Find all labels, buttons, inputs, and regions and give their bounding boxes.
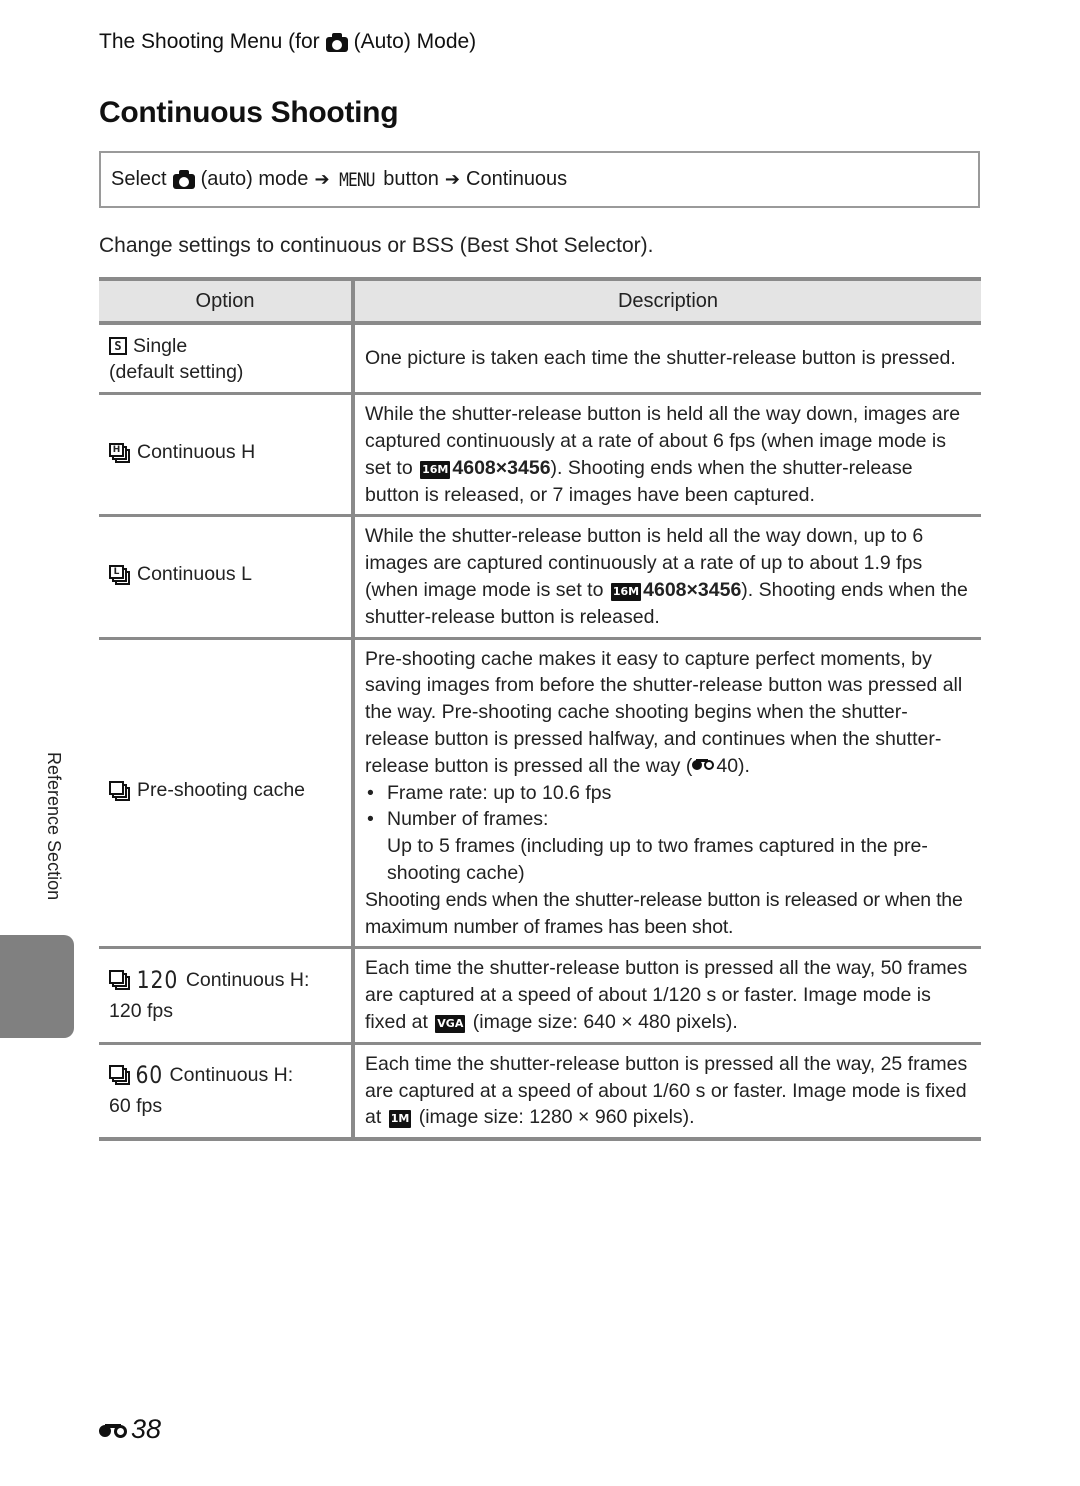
table-row: S Single (default setting) One picture i… <box>99 323 981 396</box>
description-outro: Shooting ends when the shutter-release b… <box>365 888 963 938</box>
image-mode-16m-icon: 16M <box>610 582 642 601</box>
description-cell: Pre-shooting cache makes it easy to capt… <box>351 638 981 950</box>
pre-shooting-cache-icon <box>109 780 131 801</box>
option-name: Single <box>133 334 188 357</box>
side-section-label: Reference Section <box>44 752 64 901</box>
image-mode-vga-icon: VGA <box>435 1014 466 1033</box>
option-cell: L Continuous L <box>99 515 353 640</box>
menu-button-icon: MENU <box>338 168 375 191</box>
option-name: Continuous L <box>137 563 252 586</box>
description-cell: Each time the shutter-release button is … <box>351 947 981 1045</box>
description-cell: While the shutter-release button is held… <box>351 393 981 518</box>
path-select: Select <box>111 168 167 190</box>
reference-binoculars-icon <box>99 1420 129 1440</box>
option-cell: 60 Continuous H: 60 fps <box>99 1043 353 1142</box>
option-cell: S Single (default setting) <box>99 323 353 396</box>
table-row: 120 Continuous H: 120 fps Each time the … <box>99 947 981 1045</box>
option-cell: H Continuous H <box>99 393 353 518</box>
page-number-value: 38 <box>131 1414 162 1444</box>
continuous-h-icon: H <box>109 442 131 463</box>
table-header-row: Option Description <box>99 277 981 325</box>
path-button: button <box>383 168 439 190</box>
option-name: Continuous H <box>137 441 256 464</box>
page-title: Continuous Shooting <box>99 96 399 129</box>
fps-number: 120 <box>136 965 179 994</box>
section-header-prefix: The Shooting Menu (for <box>99 30 320 53</box>
image-size: 4608×3456 <box>643 578 742 601</box>
section-header: The Shooting Menu (for (Auto) Mode) <box>99 30 476 54</box>
description-intro: Pre-shooting cache makes it easy to capt… <box>365 647 963 777</box>
section-tab[interactable] <box>0 935 74 1038</box>
options-table: Option Description S Single (default set… <box>99 277 981 1142</box>
bullet-list: Frame rate: up to 10.6 fps Number of fra… <box>365 780 971 887</box>
camera-auto-icon <box>325 32 348 52</box>
fps-number: 60 <box>135 1060 164 1089</box>
description-text: One picture is taken each time the shutt… <box>365 347 956 370</box>
option-note: 120 fps <box>109 999 173 1022</box>
description-text: (image size: 640 × 480 pixels). <box>472 1010 738 1033</box>
single-frame-icon: S <box>109 337 127 355</box>
table-row: Pre-shooting cache Pre-shooting cache ma… <box>99 638 981 950</box>
arrow-right-icon: ➔ <box>314 169 330 189</box>
path-mode: (auto) mode <box>200 168 309 190</box>
bullet-item: Number of frames: Up to 5 frames (includ… <box>365 806 971 886</box>
description-cell: While the shutter-release button is held… <box>351 515 981 640</box>
continuous-h-120-icon <box>109 969 131 990</box>
option-note: 60 fps <box>109 1095 163 1118</box>
option-name: Continuous H: <box>185 968 310 991</box>
description-cell: One picture is taken each time the shutt… <box>351 323 981 396</box>
option-name: Continuous H: <box>169 1063 294 1086</box>
camera-auto-icon <box>172 170 195 189</box>
intro-text: Change settings to continuous or BSS (Be… <box>99 234 654 257</box>
menu-path-box: Select (auto) mode ➔ MENU button ➔ Conti… <box>99 151 980 208</box>
image-mode-1m-icon: 1M <box>388 1110 412 1129</box>
table-row: L Continuous L While the shutter-release… <box>99 515 981 640</box>
option-note: (default setting) <box>109 361 244 384</box>
bullet-detail: Up to 5 frames (including up to two fram… <box>387 835 928 884</box>
arrow-right-icon: ➔ <box>444 169 460 189</box>
image-mode-16m-icon: 16M <box>420 460 451 479</box>
bullet-item: Frame rate: up to 10.6 fps <box>365 780 971 807</box>
reference-page-link[interactable]: 40 <box>716 755 738 777</box>
continuous-l-icon: L <box>109 564 131 585</box>
page-number: 38 <box>99 1414 161 1445</box>
option-cell: Pre-shooting cache <box>99 638 353 950</box>
path-target: Continuous <box>466 168 568 190</box>
option-cell: 120 Continuous H: 120 fps <box>99 947 353 1045</box>
header-option: Option <box>99 277 353 325</box>
continuous-h-60-icon <box>109 1065 131 1086</box>
description-cell: Each time the shutter-release button is … <box>351 1043 981 1142</box>
section-header-suffix: (Auto) Mode) <box>353 30 477 53</box>
option-name: Pre-shooting cache <box>137 779 306 802</box>
image-size: 4608×3456 <box>452 456 551 479</box>
table-row: 60 Continuous H: 60 fps Each time the sh… <box>99 1043 981 1142</box>
header-description: Description <box>351 277 981 325</box>
description-text: (image size: 1280 × 960 pixels). <box>418 1106 695 1129</box>
table-row: H Continuous H While the shutter-release… <box>99 393 981 518</box>
reference-binoculars-icon <box>692 757 716 773</box>
